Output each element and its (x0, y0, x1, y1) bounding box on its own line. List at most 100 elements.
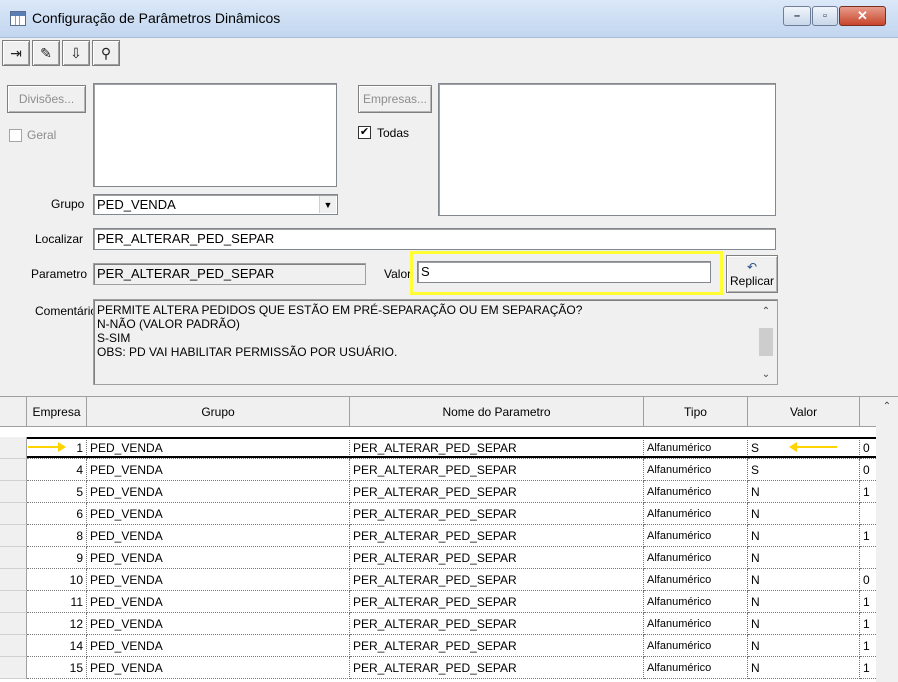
empresas-list[interactable] (438, 83, 776, 216)
row-indicator[interactable] (0, 613, 27, 635)
cell-empresa[interactable]: 5 (27, 481, 87, 503)
cell-empresa[interactable]: 6 (27, 503, 87, 525)
row-indicator[interactable] (0, 569, 27, 591)
title-bar[interactable]: Configuração de Parâmetros Dinâmicos – ▫… (0, 0, 898, 38)
cell-grupo[interactable]: PED_VENDA (87, 525, 350, 547)
header-valor[interactable]: Valor (748, 397, 860, 427)
cell-tipo[interactable]: Alfanumérico (644, 635, 748, 657)
cell-grupo[interactable]: PED_VENDA (87, 437, 350, 459)
cell-valor[interactable]: N (748, 657, 860, 679)
cell-grupo[interactable]: PED_VENDA (87, 591, 350, 613)
cell-grupo[interactable]: PED_VENDA (87, 569, 350, 591)
divisoes-list[interactable] (93, 83, 337, 187)
cell-grupo[interactable]: PED_VENDA (87, 459, 350, 481)
cell-nome[interactable]: PER_ALTERAR_PED_SEPAR (350, 635, 644, 657)
cell-tipo[interactable]: Alfanumérico (644, 591, 748, 613)
cell-nome[interactable]: PER_ALTERAR_PED_SEPAR (350, 503, 644, 525)
cell-valor[interactable]: N (748, 613, 860, 635)
cell-empresa[interactable]: 10 (27, 569, 87, 591)
table-row[interactable]: 6 PED_VENDA PER_ALTERAR_PED_SEPAR Alfanumér… (0, 503, 876, 525)
empresas-button[interactable]: Empresas... (358, 85, 432, 113)
cell-valor[interactable]: N (748, 569, 860, 591)
comentarios-scrollbar[interactable]: ⌃ ⌄ (757, 302, 775, 382)
minimize-button[interactable]: – (783, 6, 811, 26)
cell-extra[interactable]: 1 (860, 635, 876, 657)
row-indicator[interactable] (0, 657, 27, 679)
cell-nome[interactable]: PER_ALTERAR_PED_SEPAR (350, 613, 644, 635)
comentarios-box[interactable]: PERMITE ALTERA PEDIDOS QUE ESTÃO EM PRÉ-… (93, 299, 778, 385)
header-tipo[interactable]: Tipo (644, 397, 748, 427)
cell-extra[interactable] (860, 547, 876, 569)
cell-grupo[interactable]: PED_VENDA (87, 481, 350, 503)
cell-grupo[interactable]: PED_VENDA (87, 635, 350, 657)
cell-nome[interactable]: PER_ALTERAR_PED_SEPAR (350, 437, 644, 459)
exit-icon[interactable]: ⇥ (2, 40, 30, 66)
table-row[interactable]: 15 PED_VENDA PER_ALTERAR_PED_SEPAR Alfanumé… (0, 657, 876, 679)
localizar-input[interactable]: PER_ALTERAR_PED_SEPAR (93, 228, 776, 250)
close-button[interactable]: ✕ (839, 6, 886, 26)
cell-valor[interactable]: N (748, 591, 860, 613)
todas-checkbox[interactable]: ✔ (358, 126, 371, 139)
cell-tipo[interactable]: Alfanumérico (644, 613, 748, 635)
cell-valor[interactable]: N (748, 503, 860, 525)
eraser-icon[interactable]: ✎ (32, 40, 60, 66)
cell-extra[interactable]: 1 (860, 591, 876, 613)
cell-empresa[interactable]: 4 (27, 459, 87, 481)
table-row[interactable]: 5 PED_VENDA PER_ALTERAR_PED_SEPAR Alfanumér… (0, 481, 876, 503)
cell-extra[interactable] (860, 503, 876, 525)
cell-extra[interactable]: 1 (860, 613, 876, 635)
save-icon[interactable]: ⇩ (62, 40, 90, 66)
header-nome-parametro[interactable]: Nome do Parametro (350, 397, 644, 427)
cell-grupo[interactable]: PED_VENDA (87, 503, 350, 525)
cell-empresa[interactable]: 9 (27, 547, 87, 569)
cell-valor[interactable]: N (748, 481, 860, 503)
header-empresa[interactable]: Empresa (27, 397, 87, 427)
cell-grupo[interactable]: PED_VENDA (87, 657, 350, 679)
row-indicator[interactable] (0, 437, 27, 459)
row-indicator[interactable] (0, 635, 27, 657)
grid-scrollbar[interactable]: ⌃ (876, 397, 898, 682)
cell-extra[interactable]: 0 (860, 437, 876, 459)
scroll-down-icon[interactable]: ⌄ (757, 369, 775, 380)
cell-empresa[interactable]: 1 (27, 437, 87, 459)
valor-input[interactable]: S (417, 261, 711, 283)
table-row[interactable]: 4 PED_VENDA PER_ALTERAR_PED_SEPAR Alfanumér… (0, 459, 876, 481)
cell-nome[interactable]: PER_ALTERAR_PED_SEPAR (350, 481, 644, 503)
cell-tipo[interactable]: Alfanumérico (644, 547, 748, 569)
cell-nome[interactable]: PER_ALTERAR_PED_SEPAR (350, 591, 644, 613)
cell-empresa[interactable]: 8 (27, 525, 87, 547)
cell-valor[interactable]: N (748, 547, 860, 569)
chevron-down-icon[interactable]: ▼ (319, 196, 336, 213)
cell-tipo[interactable]: Alfanumérico (644, 481, 748, 503)
cell-tipo[interactable]: Alfanumérico (644, 459, 748, 481)
table-row[interactable]: 11 PED_VENDA PER_ALTERAR_PED_SEPAR Alfanumé… (0, 591, 876, 613)
cell-tipo[interactable]: Alfanumérico (644, 525, 748, 547)
table-row[interactable]: 8 PED_VENDA PER_ALTERAR_PED_SEPAR Alfanumér… (0, 525, 876, 547)
cell-empresa[interactable]: 12 (27, 613, 87, 635)
divisoes-button[interactable]: Divisões... (7, 85, 86, 113)
scroll-up-icon[interactable]: ⌃ (876, 401, 898, 412)
cell-valor[interactable]: S (748, 437, 860, 459)
cell-extra[interactable]: 0 (860, 459, 876, 481)
cell-nome[interactable]: PER_ALTERAR_PED_SEPAR (350, 525, 644, 547)
table-row[interactable]: 10 PED_VENDA PER_ALTERAR_PED_SEPAR Alfanumé… (0, 569, 876, 591)
table-row[interactable]: 1 PED_VENDA PER_ALTERAR_PED_SEPAR Alfanumér… (0, 437, 876, 459)
cell-grupo[interactable]: PED_VENDA (87, 547, 350, 569)
replicar-button[interactable]: ↶ Replicar (726, 255, 778, 293)
cell-nome[interactable]: PER_ALTERAR_PED_SEPAR (350, 657, 644, 679)
cell-tipo[interactable]: Alfanumérico (644, 569, 748, 591)
grupo-select[interactable]: PED_VENDA ▼ (93, 194, 338, 215)
row-indicator[interactable] (0, 591, 27, 613)
cell-nome[interactable]: PER_ALTERAR_PED_SEPAR (350, 569, 644, 591)
cell-tipo[interactable]: Alfanumérico (644, 503, 748, 525)
maximize-button[interactable]: ▫ (812, 6, 838, 26)
cell-empresa[interactable]: 14 (27, 635, 87, 657)
header-grupo[interactable]: Grupo (87, 397, 350, 427)
binoculars-icon[interactable]: ⚲ (92, 40, 120, 66)
cell-grupo[interactable]: PED_VENDA (87, 613, 350, 635)
row-indicator[interactable] (0, 503, 27, 525)
cell-valor[interactable]: S (748, 459, 860, 481)
row-indicator[interactable] (0, 525, 27, 547)
table-row[interactable]: 14 PED_VENDA PER_ALTERAR_PED_SEPAR Alfanumé… (0, 635, 876, 657)
cell-valor[interactable]: N (748, 525, 860, 547)
